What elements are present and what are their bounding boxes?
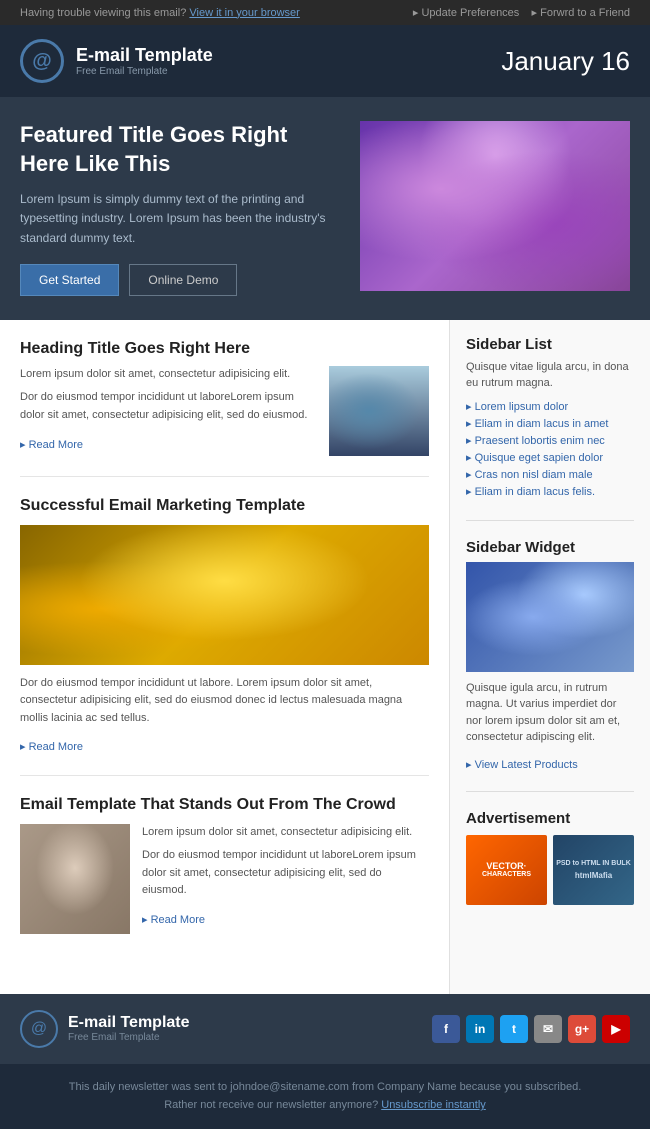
logo-area: E-mail Template Free Email Template: [20, 39, 213, 83]
article-3-image: [20, 824, 130, 934]
list-item-link[interactable]: Eliam in diam lacus felis.: [475, 486, 595, 498]
list-item-link[interactable]: Praesent lobortis enim nec: [475, 435, 605, 447]
top-bar-right: Update Preferences Forwrd to a Friend: [413, 6, 630, 19]
ad-2-line1: PSD to HTML IN BULK: [556, 860, 631, 867]
top-bar-left: Having trouble viewing this email? View …: [20, 7, 300, 19]
article-3-para2: Dor do eiusmod tempor incididunt ut labo…: [142, 847, 429, 900]
ad-1-line1: VECTOR·: [486, 861, 526, 871]
sidebar-list-intro: Quisque vitae ligula arcu, in dona eu ru…: [466, 359, 634, 392]
list-item: Cras non nisl diam male: [466, 468, 634, 481]
sidebar-list-section: Sidebar List Quisque vitae ligula arcu, …: [466, 336, 634, 521]
article-2-body: Dor do eiusmod tempor incididunt ut labo…: [20, 675, 429, 728]
top-bar: Having trouble viewing this email? View …: [0, 0, 650, 25]
logo-subtitle: Free Email Template: [76, 66, 213, 77]
content-left: Heading Title Goes Right Here Lorem ipsu…: [0, 320, 450, 994]
trouble-text: Having trouble viewing this email?: [20, 7, 186, 19]
footer-bottom: This daily newsletter was sent to johndo…: [0, 1064, 650, 1129]
article-1-image-inner: [329, 366, 429, 456]
footer-logo-text: E-mail Template Free Email Template: [68, 1014, 190, 1043]
article-2-image-inner: [20, 525, 429, 665]
list-item: Lorem lipsum dolor: [466, 400, 634, 413]
unsubscribe-link[interactable]: Unsubscribe instantly: [381, 1099, 486, 1111]
list-item-link[interactable]: Cras non nisl diam male: [475, 469, 593, 481]
forward-friend-link[interactable]: Forwrd to a Friend: [532, 7, 630, 19]
sidebar-widget-image-inner: [466, 562, 634, 672]
linkedin-icon[interactable]: in: [466, 1015, 494, 1043]
article-3-para1: Lorem ipsum dolor sit amet, consectetur …: [142, 824, 429, 842]
update-prefs-link[interactable]: Update Preferences: [413, 7, 519, 19]
ad-title: Advertisement: [466, 810, 634, 827]
ad-box-2[interactable]: PSD to HTML IN BULK htmlMafia: [553, 835, 634, 905]
ad-box-1[interactable]: VECTOR· CHARACTERS: [466, 835, 547, 905]
hero-image-inner: [360, 121, 630, 291]
view-browser-link[interactable]: View it in your browser: [189, 7, 299, 19]
article-3-title: Email Template That Stands Out From The …: [20, 796, 429, 814]
list-item: Eliam in diam lacus in amet: [466, 417, 634, 430]
googleplus-icon[interactable]: g+: [568, 1015, 596, 1043]
twitter-icon[interactable]: t: [500, 1015, 528, 1043]
footer-logo: @ E-mail Template Free Email Template: [20, 1010, 190, 1048]
email-icon[interactable]: ✉: [534, 1015, 562, 1043]
hero-section: Featured Title Goes Right Here Like This…: [0, 97, 650, 320]
sidebar-widget-image: [466, 562, 634, 672]
advertisement-section: Advertisement VECTOR· CHARACTERS PSD to …: [466, 810, 634, 923]
hero-image: [360, 121, 630, 291]
article-1-title: Heading Title Goes Right Here: [20, 340, 429, 358]
footer-logo-icon: @: [20, 1010, 58, 1048]
article-1-image: [329, 366, 429, 456]
youtube-icon[interactable]: ▶: [602, 1015, 630, 1043]
hero-buttons: Get Started Online Demo: [20, 264, 340, 296]
footer-line1: This daily newsletter was sent to johndo…: [20, 1078, 630, 1097]
online-demo-button[interactable]: Online Demo: [129, 264, 237, 296]
article-1-para2: Dor do eiusmod tempor incididunt ut labo…: [20, 389, 317, 424]
footer-brand: @ E-mail Template Free Email Template f …: [0, 994, 650, 1064]
list-item: Praesent lobortis enim nec: [466, 434, 634, 447]
ad-2-line2: htmlMafia: [575, 871, 612, 880]
sidebar-list: Lorem lipsum dolor Eliam in diam lacus i…: [466, 400, 634, 498]
logo-title: E-mail Template: [76, 45, 213, 66]
article-3-row: Lorem ipsum dolor sit amet, consectetur …: [20, 824, 429, 934]
footer-logo-title: E-mail Template: [68, 1014, 190, 1032]
footer-line2-text: Rather not receive our newsletter anymor…: [164, 1099, 378, 1111]
social-icons: f in t ✉ g+ ▶: [432, 1015, 630, 1043]
ad-row: VECTOR· CHARACTERS PSD to HTML IN BULK h…: [466, 835, 634, 905]
hero-title: Featured Title Goes Right Here Like This: [20, 121, 340, 178]
list-item-link[interactable]: Lorem lipsum dolor: [475, 401, 569, 413]
facebook-icon[interactable]: f: [432, 1015, 460, 1043]
logo-icon: [20, 39, 64, 83]
list-item: Eliam in diam lacus felis.: [466, 485, 634, 498]
article-3-text: Lorem ipsum dolor sit amet, consectetur …: [142, 824, 429, 934]
footer-line2: Rather not receive our newsletter anymor…: [20, 1096, 630, 1115]
hero-content: Featured Title Goes Right Here Like This…: [20, 121, 340, 296]
article-1-para1: Lorem ipsum dolor sit amet, consectetur …: [20, 366, 317, 384]
main-content: Heading Title Goes Right Here Lorem ipsu…: [0, 320, 650, 994]
sidebar-widget-section: Sidebar Widget Quisque igula arcu, in ru…: [466, 539, 634, 792]
article-2: Successful Email Marketing Template Dor …: [20, 497, 429, 776]
content-right: Sidebar List Quisque vitae ligula arcu, …: [450, 320, 650, 994]
list-item: Quisque eget sapien dolor: [466, 451, 634, 464]
header: E-mail Template Free Email Template Janu…: [0, 25, 650, 97]
article-3: Email Template That Stands Out From The …: [20, 796, 429, 954]
logo-text: E-mail Template Free Email Template: [76, 45, 213, 77]
article-2-read-more[interactable]: Read More: [20, 740, 83, 753]
footer-logo-sub: Free Email Template: [68, 1032, 190, 1043]
sidebar-widget-body: Quisque igula arcu, in rutrum magna. Ut …: [466, 680, 634, 746]
header-date: January 16: [501, 46, 630, 77]
sidebar-list-title: Sidebar List: [466, 336, 634, 353]
article-2-title: Successful Email Marketing Template: [20, 497, 429, 515]
hero-body: Lorem Ipsum is simply dummy text of the …: [20, 190, 340, 248]
ad-1-line2: CHARACTERS: [482, 871, 531, 878]
article-3-image-inner: [20, 824, 130, 934]
article-1-text: Lorem ipsum dolor sit amet, consectetur …: [20, 366, 317, 456]
article-1: Heading Title Goes Right Here Lorem ipsu…: [20, 340, 429, 477]
list-item-link[interactable]: Eliam in diam lacus in amet: [475, 418, 609, 430]
list-item-link[interactable]: Quisque eget sapien dolor: [475, 452, 603, 464]
view-latest-products-link[interactable]: View Latest Products: [466, 758, 578, 771]
get-started-button[interactable]: Get Started: [20, 264, 119, 296]
article-1-read-more[interactable]: Read More: [20, 437, 83, 455]
article-3-read-more[interactable]: Read More: [142, 912, 205, 930]
sidebar-widget-title: Sidebar Widget: [466, 539, 634, 556]
article-1-row: Lorem ipsum dolor sit amet, consectetur …: [20, 366, 429, 456]
article-2-image: [20, 525, 429, 665]
